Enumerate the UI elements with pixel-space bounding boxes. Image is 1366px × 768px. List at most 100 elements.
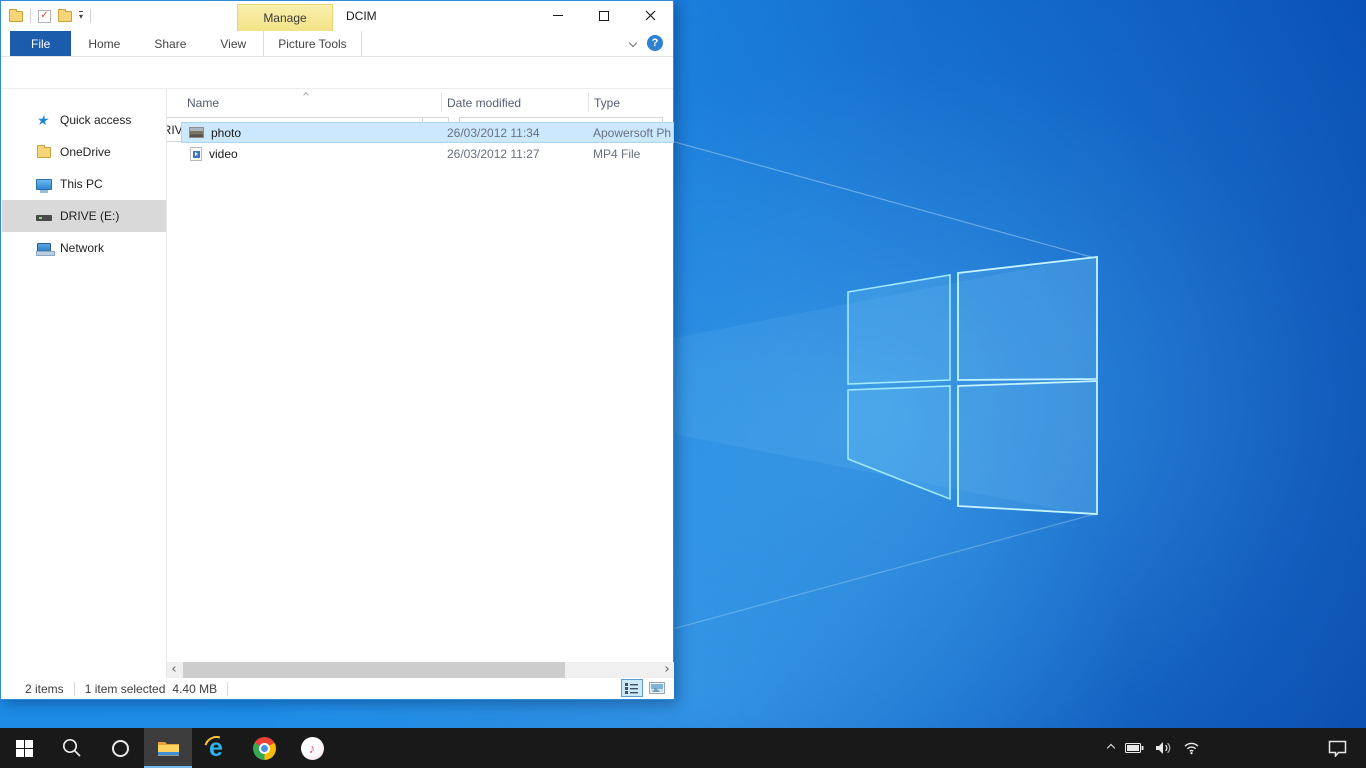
help-icon[interactable]: ?	[647, 35, 663, 51]
maximize-button[interactable]	[581, 1, 627, 30]
title-bar: ✓ ▾ Manage DCIM	[1, 1, 673, 31]
manage-contextual-group[interactable]: Manage	[237, 4, 333, 31]
tab-share[interactable]: Share	[137, 31, 203, 56]
tab-home[interactable]: Home	[71, 31, 137, 56]
item-count: 2 items	[25, 682, 64, 696]
taskbar-internet-explorer-button[interactable]: e	[192, 728, 240, 768]
internet-explorer-icon: e	[203, 735, 230, 762]
divider	[227, 682, 228, 696]
column-header-name[interactable]: Name	[187, 96, 219, 110]
quick-access-star-icon: ★	[36, 113, 51, 127]
taskbar: e ♪	[0, 728, 1366, 768]
check-icon: ✓	[40, 11, 48, 21]
sidebar-item-label: OneDrive	[60, 145, 111, 159]
itunes-icon: ♪	[301, 737, 324, 760]
scrollbar-thumb[interactable]	[183, 662, 565, 678]
qat-properties-button[interactable]: ✓	[38, 10, 51, 23]
volume-icon[interactable]	[1155, 741, 1172, 755]
file-date: 26/03/2012 11:27	[441, 147, 587, 161]
view-toggle-buttons	[621, 679, 668, 697]
sidebar-item-quick-access[interactable]: ★ Quick access	[2, 104, 166, 136]
battery-icon[interactable]	[1125, 743, 1144, 753]
action-center-button[interactable]	[1314, 728, 1360, 768]
horizontal-scrollbar[interactable]	[167, 662, 674, 678]
sidebar-item-label: Quick access	[60, 113, 131, 127]
file-name: video	[209, 147, 238, 161]
file-row-photo[interactable]: photo 26/03/2012 11:34 Apowersoft Pho	[181, 122, 674, 143]
sidebar-item-drive-e[interactable]: DRIVE (E:)	[2, 200, 166, 232]
close-button[interactable]	[627, 1, 673, 30]
thumbnail-view-button[interactable]	[646, 679, 668, 697]
cortana-button[interactable]	[96, 728, 144, 768]
file-explorer-icon	[157, 739, 180, 757]
ribbon-right-controls: ?	[630, 35, 663, 51]
collapse-ribbon-icon[interactable]	[629, 39, 637, 47]
scroll-right-icon[interactable]	[663, 666, 669, 672]
network-icon	[37, 243, 51, 253]
screen: ✓ ▾ Manage DCIM File Home Share View Pic…	[0, 0, 1366, 768]
file-list: photo 26/03/2012 11:34 Apowersoft Pho vi…	[181, 122, 674, 164]
column-headers: Name Date modified Type	[167, 89, 674, 116]
minimize-button[interactable]	[535, 1, 581, 30]
ribbon-tab-row: File Home Share View Picture Tools	[1, 31, 673, 57]
qat-customize-button[interactable]: ▾	[79, 11, 83, 21]
sort-ascending-icon	[303, 92, 309, 98]
taskbar-file-explorer-button[interactable]	[144, 728, 192, 768]
address-bar-row: ← → ↑ DRIVE (E:) DCIM	[1, 57, 673, 89]
window-title: DCIM	[346, 9, 377, 23]
windows-start-icon	[16, 740, 33, 757]
tab-view[interactable]: View	[203, 31, 263, 56]
tab-picture-tools[interactable]: Picture Tools	[263, 31, 361, 56]
details-view-button[interactable]	[621, 679, 643, 697]
drive-icon	[36, 215, 52, 221]
minimize-icon	[553, 15, 563, 16]
photo-thumbnail-icon	[189, 127, 204, 138]
onedrive-icon	[37, 147, 51, 158]
wifi-icon[interactable]	[1183, 741, 1200, 755]
window-folder-icon[interactable]	[9, 11, 23, 22]
search-icon	[62, 738, 82, 758]
sidebar-item-this-pc[interactable]: This PC	[2, 168, 166, 200]
sidebar-item-label: DRIVE (E:)	[60, 209, 119, 223]
action-center-icon	[1328, 740, 1347, 757]
taskbar-chrome-button[interactable]	[240, 728, 288, 768]
video-file-icon	[190, 147, 202, 161]
divider	[90, 9, 91, 23]
system-tray	[1108, 728, 1200, 768]
qat-new-folder-button[interactable]	[58, 11, 72, 22]
sidebar-item-label: This PC	[60, 177, 103, 191]
monitor-icon	[36, 179, 52, 190]
chrome-icon	[253, 737, 276, 760]
navigation-pane: ★ Quick access OneDrive This PC DRIVE (E…	[2, 89, 167, 678]
column-header-date-modified[interactable]: Date modified	[447, 96, 521, 110]
thumbnail-view-icon	[649, 682, 665, 694]
scroll-left-icon[interactable]	[172, 666, 178, 672]
file-row-video[interactable]: video 26/03/2012 11:27 MP4 File	[181, 143, 674, 164]
window-controls	[535, 1, 673, 30]
column-divider[interactable]	[588, 93, 589, 112]
sidebar-item-onedrive[interactable]: OneDrive	[2, 136, 166, 168]
explorer-window: ✓ ▾ Manage DCIM File Home Share View Pic…	[0, 0, 674, 700]
taskbar-search-button[interactable]	[48, 728, 96, 768]
column-divider[interactable]	[441, 93, 442, 112]
tab-file[interactable]: File	[10, 31, 71, 56]
quick-access-toolbar: ✓ ▾	[9, 9, 91, 23]
maximize-icon	[599, 11, 609, 21]
sidebar-item-network[interactable]: Network	[2, 232, 166, 264]
details-view-icon	[625, 682, 639, 694]
divider	[74, 682, 75, 696]
selection-count: 1 item selected	[85, 682, 166, 696]
sidebar-item-label: Network	[60, 241, 104, 255]
taskbar-itunes-button[interactable]: ♪	[288, 728, 336, 768]
music-note-icon: ♪	[309, 741, 316, 756]
file-type: Apowersoft Pho	[587, 126, 671, 140]
selection-size: 4.40 MB	[172, 682, 217, 696]
start-button[interactable]	[0, 728, 48, 768]
column-header-type[interactable]: Type	[594, 96, 620, 110]
file-type: MP4 File	[587, 147, 671, 161]
close-icon	[645, 10, 656, 21]
status-bar: 2 items 1 item selected 4.40 MB	[2, 678, 674, 699]
file-name: photo	[211, 126, 241, 140]
tray-show-hidden-icons-button[interactable]	[1108, 745, 1114, 751]
cortana-circle-icon	[112, 740, 129, 757]
